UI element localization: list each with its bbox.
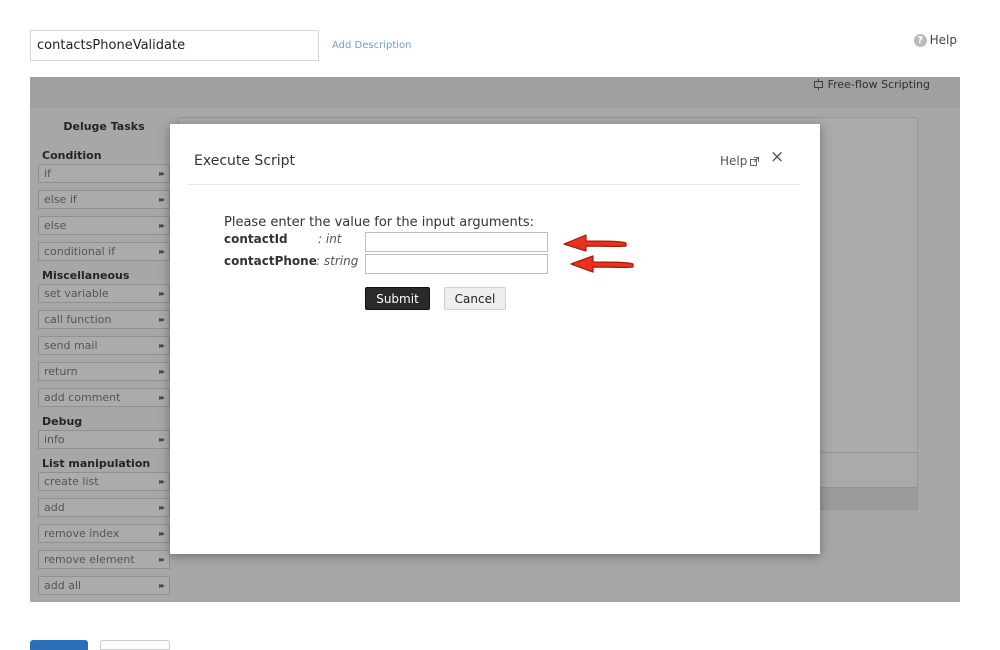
help-label: Help bbox=[929, 33, 957, 47]
dialog-help-link[interactable]: Help bbox=[720, 154, 760, 168]
add-description-link[interactable]: Add Description bbox=[332, 40, 412, 51]
submit-button[interactable]: Submit bbox=[365, 287, 430, 310]
execute-script-dialog: Execute Script Help × Please enter the v… bbox=[170, 124, 820, 554]
arg-contactid-type: : int bbox=[318, 232, 342, 246]
input-prompt: Please enter the value for the input arg… bbox=[224, 215, 535, 230]
save-button[interactable] bbox=[30, 640, 88, 650]
contactid-input[interactable] bbox=[365, 232, 548, 252]
dialog-divider bbox=[188, 184, 800, 185]
question-circle-icon: ? bbox=[913, 33, 927, 47]
cancel-button[interactable]: Cancel bbox=[444, 287, 506, 310]
function-name-input[interactable]: contactsPhoneValidate bbox=[30, 30, 319, 61]
contactphone-input[interactable] bbox=[365, 254, 548, 274]
red-arrow-icon bbox=[570, 255, 634, 273]
dialog-help-label: Help bbox=[720, 154, 748, 168]
arg-contactid-label: contactId bbox=[224, 232, 288, 246]
close-icon[interactable]: × bbox=[770, 147, 784, 167]
external-link-icon bbox=[750, 156, 760, 166]
function-name-value: contactsPhoneValidate bbox=[37, 38, 186, 53]
cancel-script-button[interactable] bbox=[100, 640, 170, 650]
arg-contactphone-label: contactPhone bbox=[224, 254, 317, 268]
arg-contactphone-type: : string bbox=[316, 254, 359, 268]
dialog-title: Execute Script bbox=[194, 153, 296, 169]
help-link[interactable]: ? Help bbox=[913, 33, 957, 47]
